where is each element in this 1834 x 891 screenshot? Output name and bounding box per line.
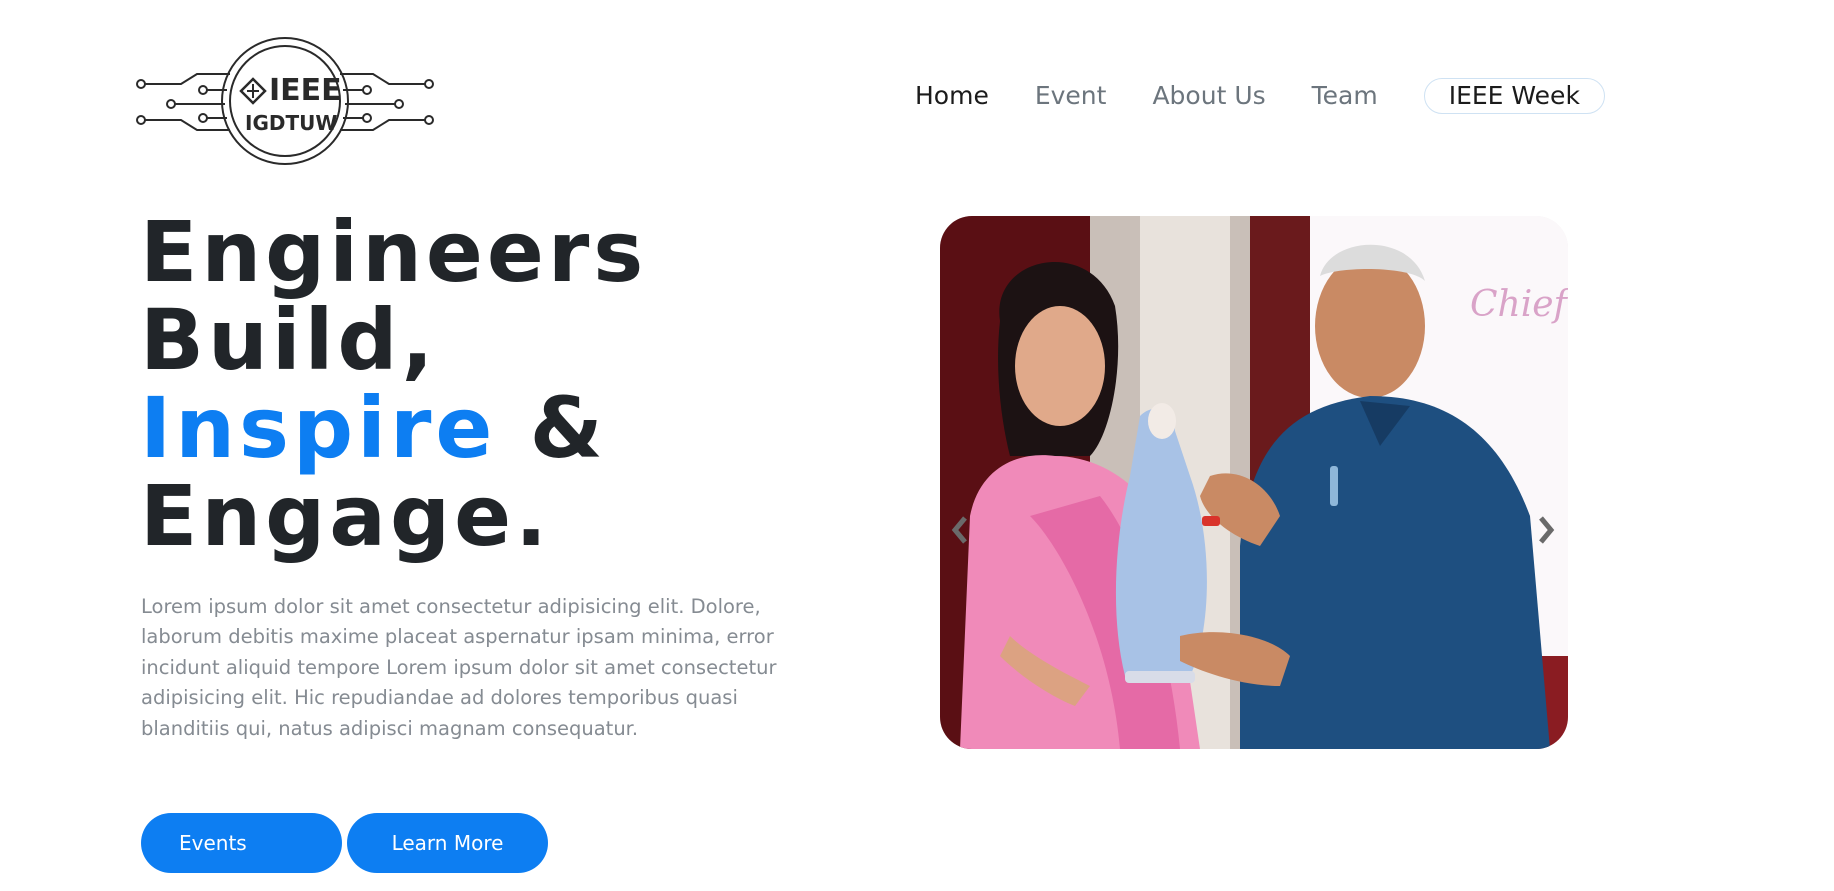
circuit-logo-icon: IEEE IGDTUW bbox=[136, 37, 434, 165]
logo-title: IEEE bbox=[269, 73, 342, 108]
carousel-next-button[interactable] bbox=[1535, 510, 1555, 550]
chevron-left-icon bbox=[951, 516, 967, 544]
events-button[interactable]: Events bbox=[141, 813, 342, 873]
hero-heading-line-4: Engage. bbox=[140, 467, 552, 565]
hero-heading-accent: Inspire bbox=[140, 379, 497, 477]
hero-heading-ampersand: & bbox=[496, 379, 607, 477]
nav-home[interactable]: Home bbox=[915, 79, 989, 113]
chevron-right-icon bbox=[1539, 516, 1555, 544]
nav-ieee-week-button[interactable]: IEEE Week bbox=[1423, 78, 1605, 114]
nav-about-us[interactable]: About Us bbox=[1152, 79, 1265, 113]
nav-event[interactable]: Event bbox=[1035, 79, 1107, 113]
main-nav: Home Event About Us Team IEEE Week bbox=[915, 78, 1605, 114]
landing-page: IEEE IGDTUW Home Event About Us Team IEE… bbox=[0, 0, 1834, 891]
carousel-photo: Chief G bbox=[940, 216, 1568, 749]
hero-description: Lorem ipsum dolor sit amet consectetur a… bbox=[141, 595, 777, 740]
carousel-banner-text: Chief G bbox=[1470, 284, 1568, 325]
carousel-prev-button[interactable] bbox=[951, 510, 971, 550]
learn-more-button[interactable]: Learn More bbox=[347, 813, 548, 873]
hero-heading: Engineers Build, Inspire & Engage. bbox=[140, 208, 647, 560]
hero-heading-line-1: Engineers bbox=[140, 203, 648, 301]
ieee-igdtuw-logo[interactable]: IEEE IGDTUW bbox=[135, 34, 435, 168]
hero-heading-line-3: Inspire & bbox=[140, 384, 647, 472]
hero-carousel[interactable]: Chief G bbox=[940, 216, 1568, 749]
nav-team[interactable]: Team bbox=[1312, 79, 1378, 113]
hero-heading-line-2: Build, bbox=[140, 291, 438, 389]
logo-subtitle: IGDTUW bbox=[245, 111, 337, 135]
